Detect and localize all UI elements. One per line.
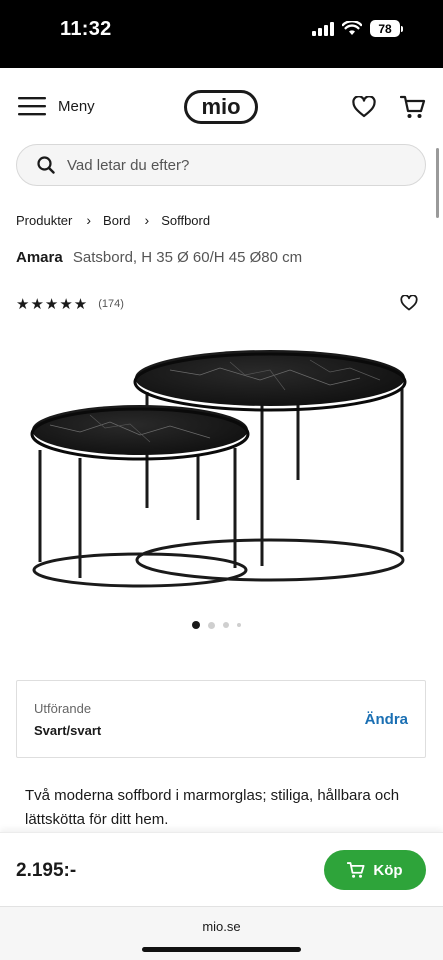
battery-icon: 78	[370, 20, 403, 37]
carousel-dot[interactable]	[192, 621, 200, 629]
home-indicator[interactable]	[142, 947, 301, 952]
breadcrumb-item-soffbord[interactable]: Soffbord	[161, 213, 210, 228]
menu-button[interactable]: Meny	[18, 96, 95, 116]
url-bar[interactable]: mio.se	[0, 919, 443, 934]
carousel-dot[interactable]	[223, 622, 229, 628]
mio-logo[interactable]: mio	[184, 90, 258, 124]
battery-level: 78	[370, 20, 400, 37]
buy-button-label: Köp	[373, 861, 403, 879]
status-bar: 11:32 78	[0, 0, 443, 68]
product-image[interactable]	[30, 340, 415, 590]
signal-icon	[312, 21, 334, 36]
product-subtitle: Satsbord, H 35 Ø 60/H 45 Ø80 cm	[72, 249, 303, 266]
price: 2.195:-	[16, 860, 77, 881]
product-rating[interactable]: ★★★★★ (174)	[16, 295, 124, 313]
product-description: Två moderna soffbord i marmorglas; stili…	[25, 787, 400, 828]
variant-value: Svart/svart	[34, 723, 102, 738]
site-header: Meny mio	[0, 68, 443, 146]
star-rating-icons: ★★★★★	[16, 296, 89, 313]
product-name: Amara	[16, 249, 63, 266]
variant-selector[interactable]: Utförande Svart/svart Ändra	[16, 680, 426, 758]
cart-icon[interactable]	[400, 94, 426, 120]
product-title: Amara Satsbord, H 35 Ø 60/H 45 Ø80 cm	[16, 249, 302, 266]
product-wishlist-heart-icon[interactable]	[400, 295, 418, 311]
browser-bar: mio.se	[0, 906, 443, 960]
breadcrumb-item-bord[interactable]: Bord	[103, 213, 130, 228]
rating-count: (174)	[98, 298, 124, 310]
change-variant-button[interactable]: Ändra	[365, 711, 408, 728]
chevron-right-icon: ›	[144, 212, 150, 228]
search-bar[interactable]	[16, 144, 426, 186]
status-icons: 78	[312, 20, 403, 37]
scrollbar[interactable]	[436, 148, 439, 218]
status-time: 11:32	[60, 18, 112, 40]
wifi-icon	[342, 21, 362, 35]
chevron-right-icon: ›	[86, 212, 92, 228]
wishlist-heart-icon[interactable]	[352, 96, 376, 118]
menu-label: Meny	[58, 97, 95, 115]
buy-bar: 2.195:- Köp	[0, 832, 443, 906]
buy-button[interactable]: Köp	[324, 850, 426, 890]
carousel-dots[interactable]	[192, 621, 241, 629]
logo-text: mio	[201, 94, 240, 119]
variant-label: Utförande	[34, 701, 92, 716]
menu-icon	[18, 97, 46, 116]
carousel-dot[interactable]	[237, 623, 241, 627]
breadcrumb: Produkter › Bord › Soffbord	[16, 212, 210, 228]
search-input[interactable]	[67, 156, 387, 174]
breadcrumb-item-produkter[interactable]: Produkter	[16, 213, 72, 228]
carousel-dot[interactable]	[208, 621, 215, 629]
search-icon	[37, 156, 55, 174]
cart-icon	[347, 862, 365, 878]
